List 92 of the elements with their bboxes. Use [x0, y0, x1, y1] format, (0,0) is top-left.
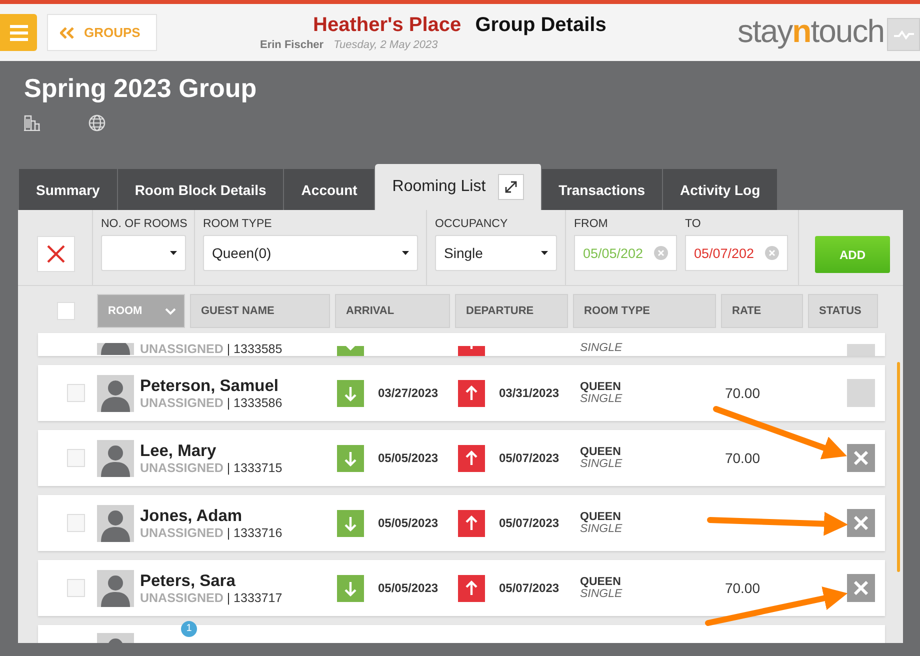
avatar-silhouette [97, 440, 134, 476]
occupancy-dropdown[interactable]: Single [435, 235, 557, 271]
room-type-text: QUEEN [580, 381, 622, 393]
arrival-date: 05/05/2023 [378, 516, 438, 530]
close-icon [854, 451, 868, 465]
tab[interactable]: Transactions [542, 169, 664, 210]
avatar-silhouette [97, 343, 134, 355]
clear-button[interactable] [37, 236, 75, 272]
avatar-silhouette [97, 504, 134, 542]
column-header[interactable]: STATUS [808, 294, 878, 328]
tab[interactable]: Room Block Details [118, 169, 284, 210]
occupancy-text: SINGLE [580, 588, 624, 600]
row-checkbox[interactable] [66, 384, 84, 402]
guest-name[interactable]: Peters, Sara [140, 572, 282, 590]
arrival-date: 05/05/2023 [378, 451, 438, 465]
close-icon [47, 245, 65, 263]
avatar-silhouette [97, 570, 134, 606]
pulse-icon [894, 30, 914, 40]
reservation-info: UNASSIGNED | 1333585 [140, 342, 282, 356]
occupancy-text: SINGLE [580, 393, 624, 405]
clear-icon[interactable] [654, 246, 668, 260]
double-chevron-left-icon [60, 26, 74, 38]
expand-icon[interactable] [504, 180, 518, 194]
row-checkbox[interactable] [66, 579, 84, 597]
column-header[interactable]: ROOM TYPE [573, 294, 716, 328]
rate-amount: 70.00 [724, 385, 761, 401]
building-icon[interactable] [24, 114, 40, 131]
select-all-checkbox[interactable] [56, 302, 74, 320]
close-icon [854, 516, 868, 530]
occupancy-text: SINGLE [580, 523, 624, 535]
guest-name[interactable]: Jones, Adam [140, 506, 282, 526]
column-header[interactable]: ARRIVAL [335, 294, 450, 328]
remove-button[interactable] [847, 574, 875, 602]
tab[interactable]: Rooming List [375, 164, 542, 210]
column-header[interactable]: DEPARTURE [455, 294, 568, 328]
hotel-name: Heather's Place [313, 14, 462, 37]
field-label: OCCUPANCY [435, 218, 509, 230]
reservation-info: UNASSIGNED | 1333716 [140, 526, 282, 540]
row-checkbox[interactable] [66, 449, 84, 467]
user-name: Erin Fischer [260, 39, 324, 51]
page-title: Group Details [475, 14, 606, 37]
tab[interactable]: Activity Log [663, 169, 778, 210]
field-label: ROOM TYPE [203, 218, 273, 230]
rate-amount: 70.00 [724, 450, 761, 466]
caret-icon [541, 251, 548, 255]
close-icon [854, 581, 868, 595]
avatar-silhouette [97, 374, 134, 412]
remove-button[interactable] [847, 509, 875, 537]
field-label: NO. OF ROOMS [101, 218, 186, 230]
activity-button[interactable] [887, 18, 920, 51]
to-date-field[interactable]: 05/07/202 [685, 235, 788, 271]
chevron-down-icon [165, 308, 176, 314]
departure-date: 05/07/2023 [499, 516, 560, 530]
status-box[interactable] [847, 379, 875, 407]
menu-button[interactable] [0, 14, 37, 51]
reservation-info: UNASSIGNED | 1333717 [140, 590, 282, 604]
reservation-info: UNASSIGNED | 1333715 [140, 460, 282, 474]
occupancy-text: SINGLE [580, 458, 624, 470]
room-type-text: QUEEN [580, 576, 622, 588]
remove-button[interactable] [847, 444, 875, 472]
field-label: TO [685, 218, 702, 230]
room-type-text: QUEEN [580, 511, 622, 523]
group-name: Spring 2023 Group [24, 73, 258, 104]
clear-icon[interactable] [765, 246, 779, 260]
arrival-date: 05/05/2023 [378, 581, 438, 595]
reservation-info: UNASSIGNED | 1333586 [140, 396, 282, 410]
room-type-text: QUEEN [580, 446, 622, 458]
rate-amount: 70.00 [724, 580, 761, 596]
status-box[interactable] [847, 344, 875, 356]
room-type-dropdown[interactable]: Queen(0) [203, 235, 418, 271]
arrival-date: 03/27/2023 [378, 386, 438, 400]
avatar-silhouette [97, 633, 134, 643]
departure-date: 05/07/2023 [499, 451, 560, 465]
departure-date: 03/31/2023 [499, 386, 560, 400]
guest-name[interactable]: Lee, Mary [140, 442, 282, 460]
rooms-dropdown[interactable] [101, 235, 186, 271]
row-checkbox[interactable] [66, 514, 84, 532]
guest-name[interactable]: Peterson, Samuel [140, 376, 282, 396]
occupancy-text: SINGLE [580, 342, 624, 354]
business-date: Tuesday, 2 May 2023 [334, 39, 438, 51]
column-header[interactable]: RATE [721, 294, 803, 328]
count-badge: 1 [181, 621, 197, 637]
column-header[interactable]: GUEST NAME [190, 294, 330, 328]
caret-icon [170, 251, 177, 255]
caret-icon [402, 251, 409, 255]
field-label: FROM [574, 218, 609, 230]
menu-icon [10, 24, 28, 40]
departure-date: 05/07/2023 [499, 581, 560, 595]
tab[interactable]: Summary [19, 169, 118, 210]
brand-logo: stayntouch [737, 13, 884, 50]
globe-icon[interactable] [88, 114, 106, 132]
tab[interactable]: Account [284, 169, 376, 210]
